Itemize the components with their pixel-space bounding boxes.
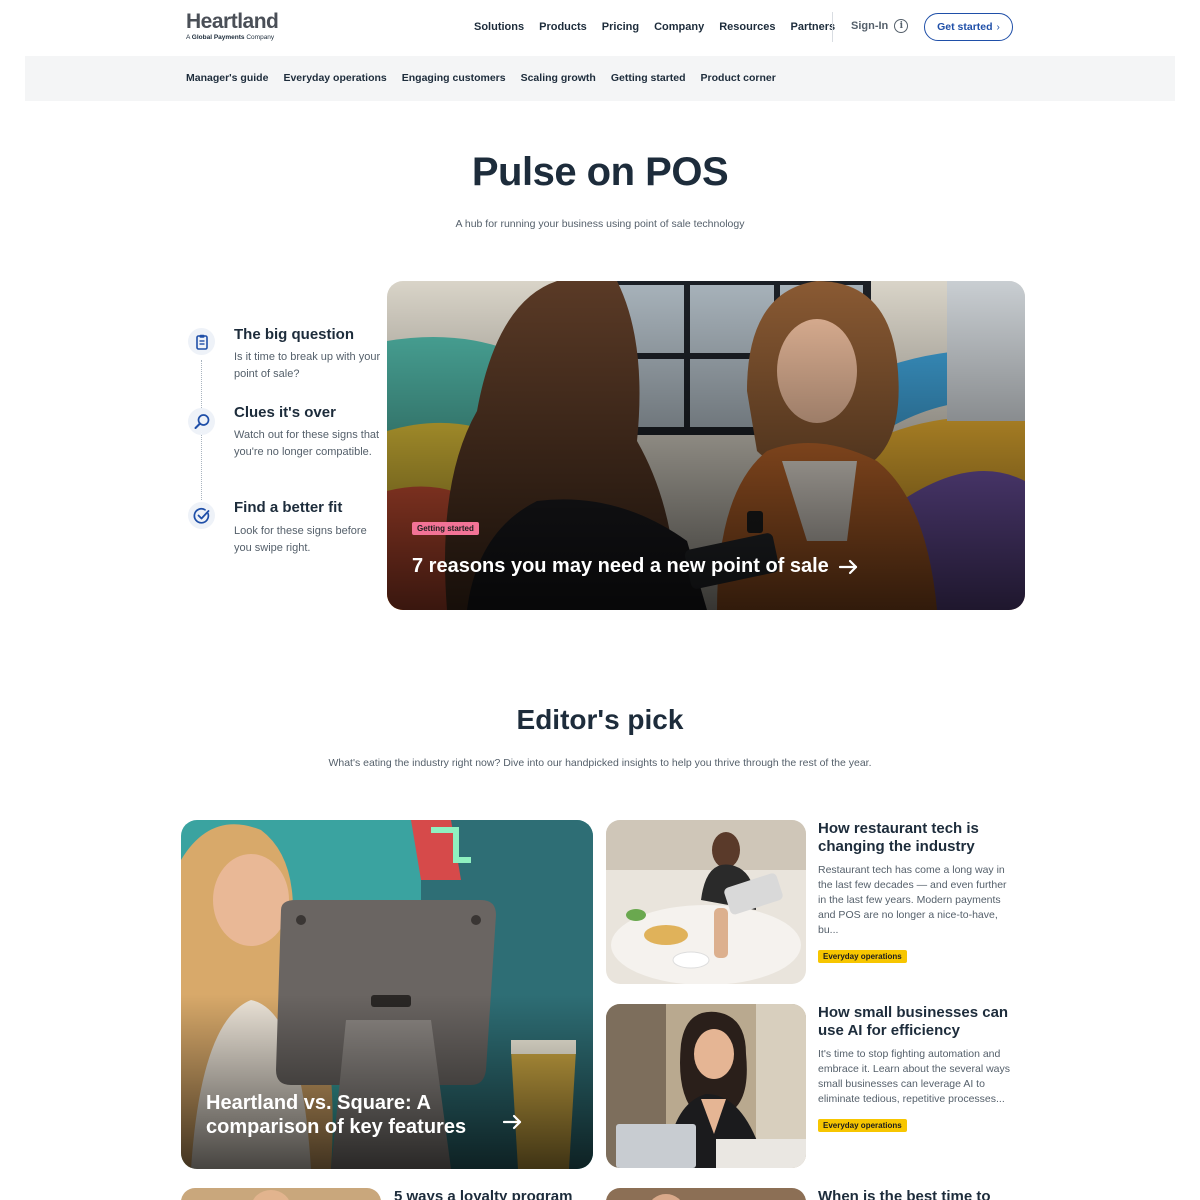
article-image-best-time[interactable] — [606, 1188, 806, 1200]
timeline-title-2[interactable]: Clues it's over — [234, 404, 336, 421]
article-image-ai-efficiency[interactable] — [606, 1004, 806, 1168]
feature-title[interactable]: 7 reasons you may need a new point of sa… — [412, 555, 859, 578]
section-subtitle: What's eating the industry right now? Di… — [328, 757, 872, 769]
subnav-engaging-customers[interactable]: Engaging customers — [402, 72, 506, 84]
page-title: Pulse on POS — [471, 150, 729, 194]
feature-article-card[interactable]: Getting started 7 reasons you may need a… — [387, 281, 1025, 610]
sub-nav: Manager's guide Everyday operations Enga… — [25, 56, 1175, 101]
site-header: Heartland A Global Payments Company Solu… — [0, 0, 1200, 56]
best-time-image — [606, 1188, 806, 1200]
sign-in-label: Sign-In — [851, 20, 889, 32]
article-title-best-time[interactable]: When is the best time to — [818, 1188, 1018, 1200]
article-excerpt-restaurant-tech: Restaurant tech has come a long way in t… — [818, 864, 1007, 936]
category-tag[interactable]: Everyday operations — [818, 950, 907, 963]
category-tag[interactable]: Getting started — [412, 522, 479, 535]
big-card-title[interactable]: Heartland vs. Square: A comparison of ke… — [206, 1091, 526, 1139]
main-nav: Solutions Products Pricing Company Resou… — [474, 20, 835, 34]
logo-wordmark: Heartland — [186, 10, 279, 33]
article-title-loyalty[interactable]: 5 ways a loyalty program — [394, 1188, 594, 1200]
subnav-product-corner[interactable]: Product corner — [701, 72, 776, 84]
info-icon[interactable]: i — [894, 19, 909, 33]
page-subtitle: A hub for running your business using po… — [455, 218, 745, 230]
get-started-button[interactable]: Get started › — [924, 13, 1013, 41]
timeline-text-3: Look for these signs before you swipe ri… — [234, 525, 367, 554]
article-title-ai-efficiency[interactable]: How small businesses can use AI for effi… — [818, 1004, 1018, 1040]
logo-tagline-bold: Global Payments — [191, 34, 245, 41]
ai-efficiency-image — [606, 1004, 806, 1168]
timeline-text-1: Is it time to break up with your point o… — [234, 351, 381, 380]
nav-solutions[interactable]: Solutions — [474, 20, 524, 34]
article-image-loyalty[interactable] — [181, 1188, 381, 1200]
logo-tagline: A Global Payments Company — [186, 34, 278, 42]
heartland-logo[interactable]: Heartland A Global Payments Company — [186, 10, 279, 42]
nav-products[interactable]: Products — [539, 20, 587, 34]
section-title: Editor's pick — [516, 704, 684, 735]
chevron-right-icon: › — [996, 21, 1000, 33]
check-circle-icon — [188, 502, 215, 529]
article-image-restaurant-tech[interactable] — [606, 820, 806, 984]
nav-company[interactable]: Company — [654, 20, 704, 34]
timeline-text-2: Watch out for these signs that you're no… — [234, 429, 380, 458]
subnav-managers-guide[interactable]: Manager's guide — [186, 72, 268, 84]
big-article-card[interactable]: Heartland vs. Square: A comparison of ke… — [181, 820, 593, 1169]
arrow-right-icon — [503, 1114, 522, 1130]
get-started-label: Get started — [937, 21, 993, 33]
timeline-title-1[interactable]: The big question — [234, 326, 354, 343]
arrow-right-icon — [838, 559, 857, 574]
restaurant-tech-image — [606, 820, 806, 984]
nav-divider — [832, 12, 833, 42]
nav-resources[interactable]: Resources — [719, 20, 775, 34]
article-title-restaurant-tech[interactable]: How restaurant tech is changing the indu… — [818, 820, 1018, 856]
nav-partners[interactable]: Partners — [790, 20, 835, 34]
subnav-everyday-operations[interactable]: Everyday operations — [283, 72, 386, 84]
loyalty-image — [181, 1188, 381, 1200]
nav-pricing[interactable]: Pricing — [602, 20, 639, 34]
subnav-getting-started[interactable]: Getting started — [611, 72, 686, 84]
feature-title-text: 7 reasons you may need a new point of sa… — [412, 555, 829, 577]
subnav-scaling-growth[interactable]: Scaling growth — [521, 72, 596, 84]
category-tag[interactable]: Everyday operations — [818, 1119, 907, 1132]
timeline-title-3[interactable]: Find a better fit — [234, 499, 342, 516]
magnifier-icon — [188, 408, 215, 435]
clipboard-icon — [188, 328, 215, 355]
sign-in-link[interactable]: Sign-In i — [851, 19, 909, 33]
article-excerpt-ai-efficiency: It's time to stop fighting automation an… — [818, 1048, 1011, 1105]
logo-tagline-suffix: Company — [244, 34, 275, 41]
